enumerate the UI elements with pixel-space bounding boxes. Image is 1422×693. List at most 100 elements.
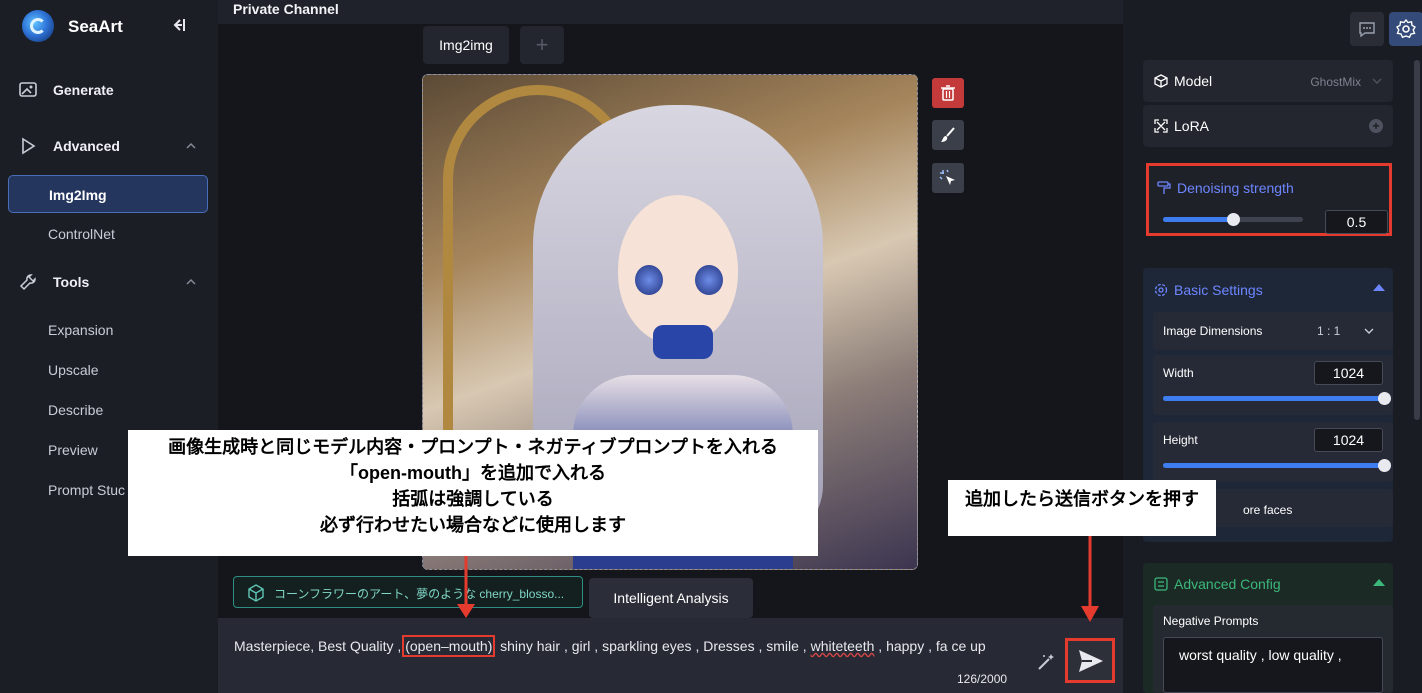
advanced-config-section: Advanced Config Negative Prompts worst q… — [1143, 563, 1393, 693]
suggestion-text: コーンフラワーのアート、夢のような cherry_blosso... — [274, 587, 565, 601]
sidebar-item-preview[interactable]: Preview — [48, 442, 98, 458]
negative-prompts-label: Negative Prompts — [1163, 614, 1259, 628]
chevron-up-icon — [186, 143, 196, 149]
config-icon — [1154, 577, 1168, 591]
main-area: Private Channel Img2img + コーンフラワーのアート、夢の… — [218, 0, 1123, 693]
denoising-strength-section: Denoising strength 0.5 — [1146, 163, 1392, 236]
slider-handle[interactable] — [1378, 459, 1391, 472]
width-label: Width — [1163, 366, 1194, 380]
plus-icon: + — [535, 32, 549, 57]
model-selector[interactable]: Model GhostMix — [1143, 60, 1393, 102]
image-dimensions-selector[interactable]: Image Dimensions 1 : 1 — [1153, 312, 1393, 350]
settings-button[interactable] — [1389, 12, 1422, 46]
height-label: Height — [1163, 433, 1198, 447]
magic-wand-icon[interactable] — [1036, 652, 1056, 672]
sidebar-item-describe[interactable]: Describe — [48, 402, 103, 418]
width-slider[interactable] — [1163, 392, 1391, 405]
sidebar: SeaArt Generate Advanced Img2Img Control… — [0, 0, 218, 693]
character-counter: 126/2000 — [957, 672, 1008, 686]
tab-img2img[interactable]: Img2img — [423, 26, 509, 64]
seaart-logo[interactable] — [22, 10, 54, 42]
lora-label: LoRA — [1174, 118, 1210, 134]
send-icon — [1079, 650, 1103, 672]
chevron-down-icon — [1372, 78, 1382, 84]
sidebar-item-advanced[interactable]: Advanced — [0, 128, 218, 164]
sidebar-item-tools[interactable]: Tools — [0, 264, 218, 300]
chevron-up-icon — [186, 279, 196, 285]
annotation-arrow — [457, 556, 475, 618]
basic-settings-title: Basic Settings — [1174, 282, 1263, 298]
chat-button[interactable] — [1350, 12, 1384, 46]
play-icon — [22, 137, 36, 155]
restore-faces-label: ore faces — [1243, 503, 1293, 517]
collapse-caret-icon[interactable] — [1373, 284, 1385, 291]
model-label: Model — [1174, 73, 1213, 89]
trash-icon — [941, 85, 955, 101]
slider-handle[interactable] — [1378, 392, 1391, 405]
denoise-value-input[interactable]: 0.5 — [1325, 210, 1388, 234]
advanced-config-title: Advanced Config — [1174, 576, 1281, 592]
cube-icon — [1154, 74, 1168, 88]
annotation-arrow — [1081, 536, 1099, 622]
smart-select-button[interactable] — [932, 163, 964, 193]
wrench-icon — [19, 274, 36, 291]
width-setting: Width 1024 — [1153, 355, 1393, 415]
negative-prompts-block: Negative Prompts worst quality , low qua… — [1153, 605, 1393, 693]
add-lora-icon[interactable]: + — [1369, 119, 1383, 133]
annotation-main-note: 画像生成時と同じモデル内容・プロンプト・ネガティブプロンプトを入れる 「open… — [128, 430, 818, 556]
expand-icon — [1154, 119, 1168, 133]
brand-name: SeaArt — [68, 17, 123, 36]
prompt-suggestion-chip[interactable]: コーンフラワーのアート、夢のような cherry_blosso... — [233, 576, 583, 608]
delete-image-button[interactable] — [932, 78, 964, 108]
gear-icon — [1154, 283, 1168, 297]
height-setting: Height 1024 — [1153, 422, 1393, 482]
app-root: SeaArt Generate Advanced Img2Img Control… — [0, 0, 1422, 693]
width-input[interactable]: 1024 — [1314, 361, 1383, 385]
sidebar-item-expansion[interactable]: Expansion — [48, 322, 113, 338]
model-value: GhostMix — [1310, 75, 1361, 89]
collapse-caret-icon[interactable] — [1373, 579, 1385, 586]
brush-button[interactable] — [932, 120, 964, 150]
button-label: Intelligent Analysis — [613, 590, 729, 606]
sidebar-item-label: Generate — [53, 82, 114, 98]
denoise-label: Denoising strength — [1177, 180, 1294, 196]
denoise-slider[interactable] — [1163, 213, 1303, 226]
sidebar-item-controlnet[interactable]: ControlNet — [48, 226, 115, 242]
annotation-send-note: 追加したら送信ボタンを押す — [948, 480, 1216, 536]
sidebar-item-generate[interactable]: Generate — [0, 72, 218, 108]
panel-scrollbar[interactable] — [1414, 60, 1420, 420]
chat-icon — [1359, 22, 1375, 38]
prompt-input[interactable]: Masterpiece, Best Quality , (open–mouth)… — [218, 618, 1123, 693]
image-dimensions-label: Image Dimensions — [1163, 324, 1263, 338]
collapse-sidebar-icon[interactable] — [170, 17, 186, 33]
sidebar-item-prompt-studio[interactable]: Prompt Stuc — [48, 482, 125, 498]
image-generate-icon — [19, 82, 37, 97]
height-slider[interactable] — [1163, 459, 1391, 472]
tab-label: Img2img — [439, 37, 493, 53]
sidebar-item-img2img[interactable]: Img2Img — [8, 175, 208, 213]
chevron-down-icon — [1364, 328, 1374, 334]
prompt-text[interactable]: Masterpiece, Best Quality , (open–mouth)… — [234, 635, 1024, 657]
ratio-value: 1 : 1 — [1317, 324, 1341, 338]
sidebar-item-label: Advanced — [53, 138, 120, 154]
dice-icon — [248, 584, 264, 602]
highlighted-token: (open–mouth) — [402, 635, 496, 657]
lora-selector[interactable]: LoRA + — [1143, 105, 1393, 147]
sidebar-item-upscale[interactable]: Upscale — [48, 362, 99, 378]
sidebar-item-label: Tools — [53, 274, 90, 290]
gear-icon — [1396, 19, 1416, 39]
brush-roller-icon — [1157, 181, 1171, 194]
channel-bar: Private Channel — [218, 0, 1123, 24]
sidebar-item-label: Img2Img — [49, 187, 107, 203]
height-input[interactable]: 1024 — [1314, 428, 1383, 452]
add-tab-button[interactable]: + — [520, 26, 564, 64]
channel-title: Private Channel — [233, 1, 339, 17]
slider-handle[interactable] — [1227, 213, 1240, 226]
negative-prompts-input[interactable]: worst quality , low quality , — [1163, 637, 1383, 693]
settings-panel: Model GhostMix LoRA + Denoising strength — [1123, 0, 1422, 693]
misspelled-token: whiteteeth — [810, 638, 875, 654]
cursor-sparkle-icon — [939, 169, 955, 185]
intelligent-analysis-button[interactable]: Intelligent Analysis — [589, 578, 753, 618]
brush-icon — [941, 127, 955, 142]
send-button[interactable] — [1065, 638, 1115, 683]
